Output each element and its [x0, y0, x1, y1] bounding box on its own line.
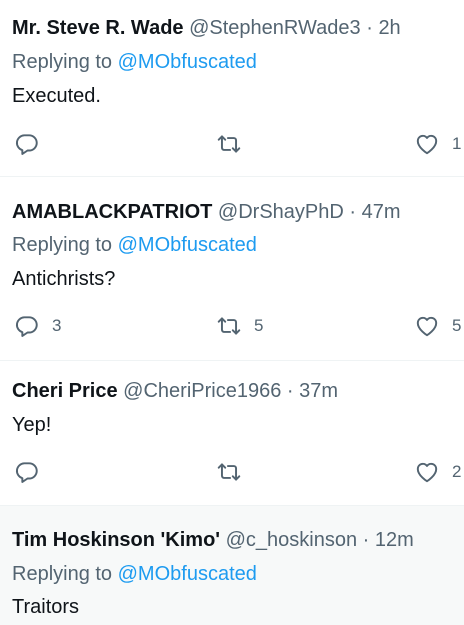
- author-handle[interactable]: @c_hoskinson: [226, 529, 357, 551]
- timestamp[interactable]: 12m: [375, 529, 414, 551]
- heart-icon: [414, 459, 440, 485]
- retweet-icon: [216, 131, 242, 157]
- author-name[interactable]: Cheri Price: [12, 380, 118, 402]
- author-name[interactable]: AMABLACKPATRIOT: [12, 201, 212, 223]
- author-name[interactable]: Tim Hoskinson 'Kimo': [12, 529, 220, 551]
- reply-icon: [14, 459, 40, 485]
- replying-to: Replying to @MObfuscated: [12, 562, 257, 586]
- timestamp[interactable]: 2h: [378, 17, 400, 39]
- mention-link[interactable]: @MObfuscated: [118, 563, 257, 585]
- tweet-header: Tim Hoskinson 'Kimo' @c_hoskinson · 12m: [12, 528, 414, 552]
- tweet-1[interactable]: Mr. Steve R. Wade @StephenRWade3 · 2h Re…: [0, 0, 464, 176]
- reply-icon: [14, 131, 40, 157]
- separator-dot: ·: [366, 17, 373, 39]
- reply-count: 3: [52, 316, 62, 335]
- tweet-4[interactable]: Tim Hoskinson 'Kimo' @c_hoskinson · 12m …: [0, 506, 464, 625]
- reply-button[interactable]: 3: [14, 313, 61, 339]
- tweet-header: Cheri Price @CheriPrice1966 · 37m: [12, 379, 338, 403]
- author-handle[interactable]: @CheriPrice1966: [123, 380, 281, 402]
- mention-link[interactable]: @MObfuscated: [118, 234, 257, 256]
- like-count: 5: [452, 316, 462, 335]
- tweet-text: Antichrists?: [12, 268, 116, 290]
- tweet-2[interactable]: AMABLACKPATRIOT @DrShayPhD · 47m Replyin…: [0, 177, 464, 360]
- reply-icon: [14, 313, 40, 339]
- timestamp[interactable]: 47m: [362, 201, 401, 223]
- separator-dot: ·: [349, 201, 357, 223]
- like-button[interactable]: 2: [414, 459, 461, 485]
- tweet-text: Traitors: [12, 596, 80, 618]
- reply-button[interactable]: [14, 131, 40, 157]
- heart-icon: [414, 313, 440, 339]
- heart-icon: [414, 131, 440, 157]
- retweet-count: 5: [254, 316, 264, 335]
- tweet-text: Executed.: [12, 85, 101, 107]
- like-count: 1: [452, 134, 462, 153]
- retweet-icon: [216, 313, 242, 339]
- retweet-button[interactable]: [216, 131, 242, 157]
- author-handle[interactable]: @StephenRWade3: [189, 17, 361, 39]
- separator-dot: ·: [362, 529, 370, 551]
- replying-to-label: Replying to: [12, 51, 113, 73]
- replying-to: Replying to @MObfuscated: [12, 233, 257, 257]
- retweet-button[interactable]: 5: [216, 313, 263, 339]
- separator-dot: ·: [286, 380, 294, 402]
- retweet-button[interactable]: [216, 459, 242, 485]
- like-button[interactable]: 5: [414, 313, 461, 339]
- mention-link[interactable]: @MObfuscated: [118, 51, 257, 73]
- reply-button[interactable]: [14, 459, 40, 485]
- timestamp[interactable]: 37m: [299, 380, 338, 402]
- retweet-icon: [216, 459, 242, 485]
- like-button[interactable]: 1: [414, 131, 461, 157]
- author-handle[interactable]: @DrShayPhD: [218, 201, 344, 223]
- like-count: 2: [452, 462, 462, 481]
- replying-to-label: Replying to: [12, 563, 113, 585]
- replying-to: Replying to @MObfuscated: [12, 50, 257, 74]
- replying-to-label: Replying to: [12, 234, 113, 256]
- tweet-text: Yep!: [12, 414, 52, 436]
- tweet-header: AMABLACKPATRIOT @DrShayPhD · 47m: [12, 200, 401, 224]
- tweet-3[interactable]: Cheri Price @CheriPrice1966 · 37m Yep! 2: [0, 361, 464, 505]
- tweet-header: Mr. Steve R. Wade @StephenRWade3 · 2h: [12, 16, 401, 40]
- author-name[interactable]: Mr. Steve R. Wade: [12, 17, 184, 39]
